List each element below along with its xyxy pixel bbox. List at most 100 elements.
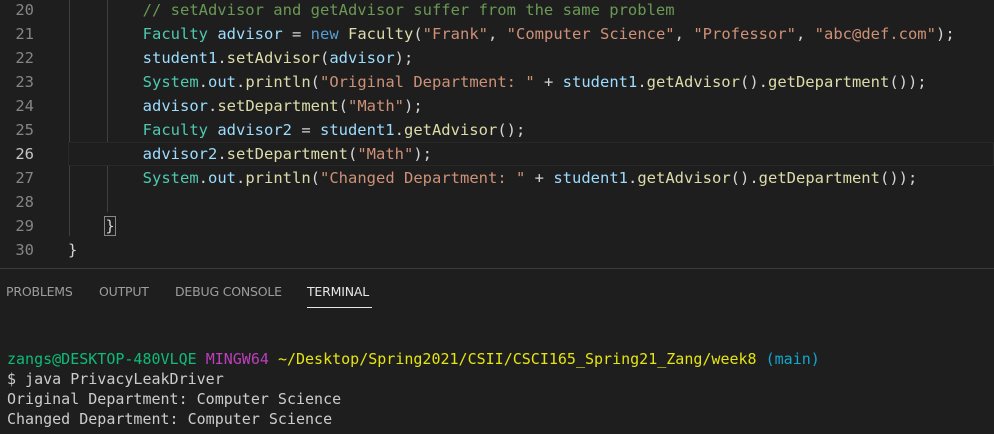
code-token: +: [534, 73, 563, 91]
code-token: "Professor": [693, 25, 796, 43]
code-token: }: [68, 241, 78, 259]
code-token: "abc@def.com": [814, 25, 936, 43]
code-line[interactable]: 22 student1.setAdvisor(advisor);: [0, 46, 994, 70]
code-token: .: [236, 169, 246, 187]
code-text: student1.setAdvisor(advisor);: [68, 46, 414, 70]
code-text: System.out.println("Original Department:…: [68, 70, 927, 94]
code-token: advisor2: [142, 145, 218, 163]
code-token: ();: [497, 121, 526, 139]
code-token: +: [525, 169, 554, 187]
code-editor[interactable]: 20 // setAdvisor and getAdvisor suffer f…: [0, 0, 994, 268]
code-token: "Frank": [422, 25, 488, 43]
code-text: advisor2.setDepartment("Math");: [68, 142, 432, 166]
code-line[interactable]: 28: [0, 190, 994, 214]
line-number: 30: [15, 241, 34, 259]
code-token: "Math": [357, 145, 414, 163]
code-token: System: [142, 73, 199, 91]
code-token: );: [394, 49, 414, 67]
code-line[interactable]: 21 Faculty advisor = new Faculty("Frank"…: [0, 22, 994, 46]
tab-debug-console[interactable]: DEBUG CONSOLE: [175, 284, 282, 299]
code-token: =: [291, 121, 320, 139]
tab-output[interactable]: OUTPUT: [99, 284, 149, 299]
code-line[interactable]: 30}: [0, 238, 994, 262]
code-token: Faculty: [348, 25, 414, 43]
tab-terminal[interactable]: TERMINAL: [307, 284, 369, 299]
code-token: .: [394, 121, 404, 139]
matched-brace: }: [104, 216, 116, 236]
code-token: ());: [879, 169, 918, 187]
line-number: 28: [15, 193, 34, 211]
line-number: 25: [15, 121, 34, 139]
line-number: 27: [15, 169, 34, 187]
code-token: ,: [795, 25, 815, 43]
bottom-panel: PROBLEMS OUTPUT DEBUG CONSOLE TERMINAL z…: [0, 268, 994, 434]
line-number: 23: [15, 73, 34, 91]
code-text: Faculty advisor = new Faculty("Frank", "…: [68, 22, 955, 46]
code-token: "Changed Department: ": [320, 169, 526, 187]
line-number: 29: [15, 217, 34, 235]
code-line[interactable]: 25 Faculty advisor2 = student1.getAdviso…: [0, 118, 994, 142]
code-token: "Original Department: ": [320, 73, 535, 91]
code-token: );: [935, 25, 955, 43]
code-token: (: [338, 97, 348, 115]
code-token: student1: [553, 169, 628, 187]
code-token: setDepartment: [217, 97, 339, 115]
code-token: advisor: [329, 49, 395, 67]
code-text: advisor.setDepartment("Math");: [68, 94, 423, 118]
code-line[interactable]: 26 advisor2.setDepartment("Math");: [0, 142, 994, 166]
terminal-output-line: Changed Department: Computer Science: [7, 410, 333, 428]
code-token: getDepartment: [758, 169, 880, 187]
code-token: (: [310, 73, 321, 91]
code-token: "Computer Science": [506, 25, 675, 43]
code-line[interactable]: 20 // setAdvisor and getAdvisor suffer f…: [0, 0, 994, 22]
code-token: getAdvisor: [403, 121, 498, 139]
terminal-user: zangs@DESKTOP-480VLQE: [7, 350, 197, 368]
code-token: .: [198, 73, 208, 91]
code-token: advisor: [142, 97, 208, 115]
code-token: setAdvisor: [226, 49, 320, 67]
code-line[interactable]: 23 System.out.println("Original Departme…: [0, 70, 994, 94]
code-line[interactable]: 27 System.out.println("Changed Departmen…: [0, 166, 994, 190]
code-token: Faculty: [142, 25, 208, 43]
terminal-path: ~/Desktop/Spring2021/CSII/CSCI165_Spring…: [277, 350, 757, 368]
code-token: println: [245, 169, 311, 187]
code-token: System: [142, 169, 199, 187]
code-token: (: [319, 49, 330, 67]
code-token: .: [217, 145, 227, 163]
line-number: 24: [15, 97, 34, 115]
code-token: .: [198, 169, 208, 187]
code-line[interactable]: 29 }: [0, 214, 994, 238]
code-token: // setAdvisor and getAdvisor suffer from…: [142, 1, 675, 19]
code-token: (: [310, 169, 321, 187]
code-token: advisor: [217, 25, 283, 43]
code-token: "Math": [348, 97, 404, 115]
code-token: ());: [889, 73, 927, 91]
code-token: );: [413, 145, 432, 163]
terminal-prompt-line: zangs@DESKTOP-480VLQE MINGW64 ~/Desktop/…: [7, 349, 820, 369]
code-token: .: [236, 73, 246, 91]
code-token: out: [208, 73, 236, 91]
code-token: advisor2: [217, 121, 292, 139]
code-token: ().: [730, 169, 759, 187]
code-text: Faculty advisor2 = student1.getAdvisor()…: [68, 118, 526, 142]
code-token: out: [208, 169, 236, 187]
terminal-branch: (main): [765, 350, 820, 368]
code-text: System.out.println("Changed Department: …: [68, 166, 918, 190]
panel-tabs: PROBLEMS OUTPUT DEBUG CONSOLE TERMINAL: [0, 269, 994, 311]
tab-problems[interactable]: PROBLEMS: [6, 284, 73, 299]
code-token: println: [245, 73, 311, 91]
code-line[interactable]: 24 advisor.setDepartment("Math");: [0, 94, 994, 118]
code-token: student1: [319, 121, 395, 139]
code-token: student1: [562, 73, 638, 91]
code-token: );: [404, 97, 423, 115]
code-token: getAdvisor: [646, 73, 740, 91]
code-token: .: [627, 169, 638, 187]
